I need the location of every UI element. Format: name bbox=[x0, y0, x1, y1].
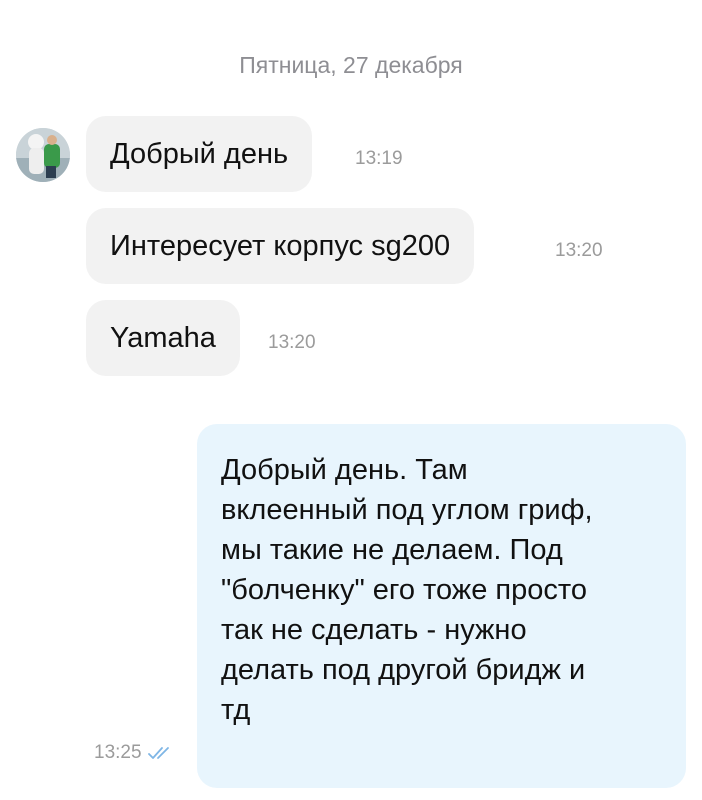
incoming-message[interactable]: Интересует корпус sg200 bbox=[86, 208, 475, 284]
message-text-line: так не сделать - нужно bbox=[221, 614, 527, 646]
message-text-line: Добрый день. Там bbox=[221, 454, 468, 486]
double-check-icon bbox=[147, 747, 169, 759]
message-text: Yamaha bbox=[110, 321, 216, 354]
message-text-line: мы такие не делаем. Под bbox=[221, 534, 563, 566]
incoming-message[interactable]: Yamaha bbox=[86, 300, 240, 376]
message-text-line: вклеенный под углом гриф, bbox=[221, 494, 593, 526]
message-text-line: "болченку" его тоже просто bbox=[221, 574, 587, 606]
message-text: Добрый день bbox=[110, 137, 289, 170]
message-text-line: делать под другой бридж и bbox=[221, 654, 586, 686]
message-time: 13:20 bbox=[268, 332, 316, 353]
message-time: 13:20 bbox=[555, 240, 603, 261]
message-text: Интересует корпус sg200 bbox=[110, 229, 451, 262]
incoming-message[interactable]: Добрый день bbox=[86, 116, 313, 192]
message-text-line: тд bbox=[221, 694, 251, 726]
avatar-image bbox=[16, 128, 70, 182]
message-time: 13:19 bbox=[355, 148, 403, 169]
outgoing-meta: 13:25 bbox=[94, 742, 174, 764]
message-time: 13:25 bbox=[94, 742, 142, 763]
avatar[interactable] bbox=[16, 128, 70, 182]
date-separator: Пятница, 27 декабря bbox=[239, 52, 463, 78]
outgoing-message[interactable]: Добрый день. Там вклеенный под углом гри… bbox=[197, 424, 686, 788]
